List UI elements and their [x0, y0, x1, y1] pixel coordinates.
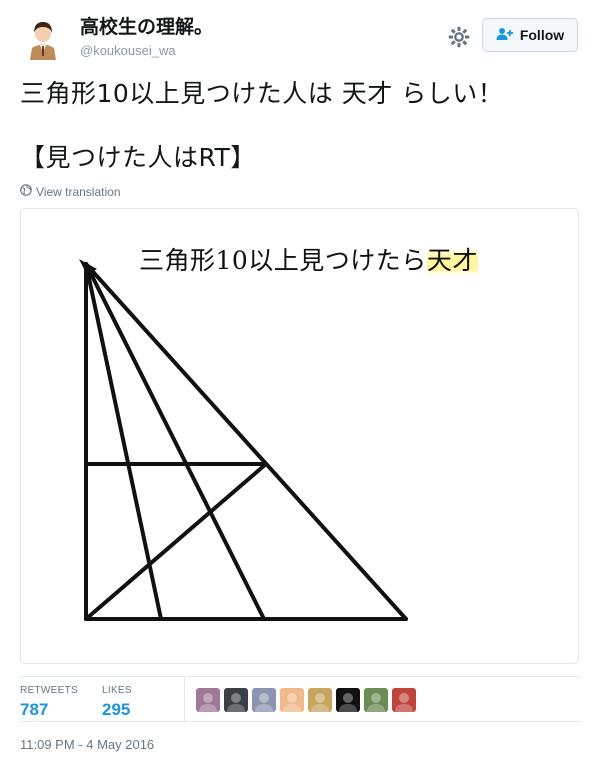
- retweets-label: RETWEETS: [20, 685, 78, 696]
- likes-stat[interactable]: LIKES 295: [102, 685, 132, 721]
- tweet-timestamp[interactable]: 11:09 PM - 4 May 2016: [20, 737, 154, 752]
- media-caption-highlight: 天才: [426, 246, 478, 275]
- tweet-header: 高校生の理解。 @koukousei_wa Follow: [20, 14, 580, 66]
- likes-count: 295: [102, 700, 131, 719]
- media-caption: 三角形10以上見つけたら天才: [139, 241, 478, 277]
- liker-avatar-1[interactable]: [196, 688, 220, 712]
- media-caption-main: 三角形10以上見つけたら: [139, 246, 427, 275]
- liker-avatar-2[interactable]: [224, 688, 248, 712]
- liker-avatars: [196, 688, 416, 712]
- view-translation-label: View translation: [36, 184, 121, 199]
- display-name[interactable]: 高校生の理解。: [80, 16, 213, 40]
- retweets-count: 787: [20, 700, 49, 719]
- follow-button[interactable]: Follow: [482, 18, 578, 52]
- tweet-text-line-2: 【見つけた人はRT】: [20, 143, 256, 172]
- liker-avatar-5[interactable]: [308, 688, 332, 712]
- likes-label: LIKES: [102, 685, 132, 696]
- gear-icon[interactable]: [446, 24, 472, 50]
- stats-divider: [184, 677, 185, 721]
- puzzle-line-inner-2: [84, 262, 266, 621]
- liker-avatar-7[interactable]: [364, 688, 388, 712]
- triangle-puzzle-figure: [79, 259, 408, 621]
- liker-avatar-3[interactable]: [252, 688, 276, 712]
- puzzle-line-hypotenuse: [84, 262, 408, 621]
- user-info: 高校生の理解。 @koukousei_wa: [80, 16, 213, 60]
- tweet-stats: RETWEETS 787 LIKES 295: [20, 676, 580, 722]
- media-image[interactable]: 三角形10以上見つけたら天才: [20, 208, 579, 664]
- liker-avatar-4[interactable]: [280, 688, 304, 712]
- screen-name[interactable]: @koukousei_wa: [80, 42, 213, 60]
- avatar[interactable]: [20, 14, 66, 60]
- tweet-text: 三角形10以上見つけた人は 天才 らしい！ 【見つけた人はRT】: [20, 78, 580, 174]
- tweet-text-line-1: 三角形10以上見つけた人は 天才 らしい！: [20, 79, 504, 108]
- puzzle-line-diagonal: [84, 462, 268, 621]
- follow-label: Follow: [519, 27, 565, 43]
- view-translation-link[interactable]: View translation: [20, 184, 121, 199]
- add-user-icon: [496, 27, 514, 44]
- liker-avatar-6[interactable]: [336, 688, 360, 712]
- globe-icon: [20, 184, 32, 199]
- liker-avatar-8[interactable]: [392, 688, 416, 712]
- retweets-stat[interactable]: RETWEETS 787: [20, 685, 78, 721]
